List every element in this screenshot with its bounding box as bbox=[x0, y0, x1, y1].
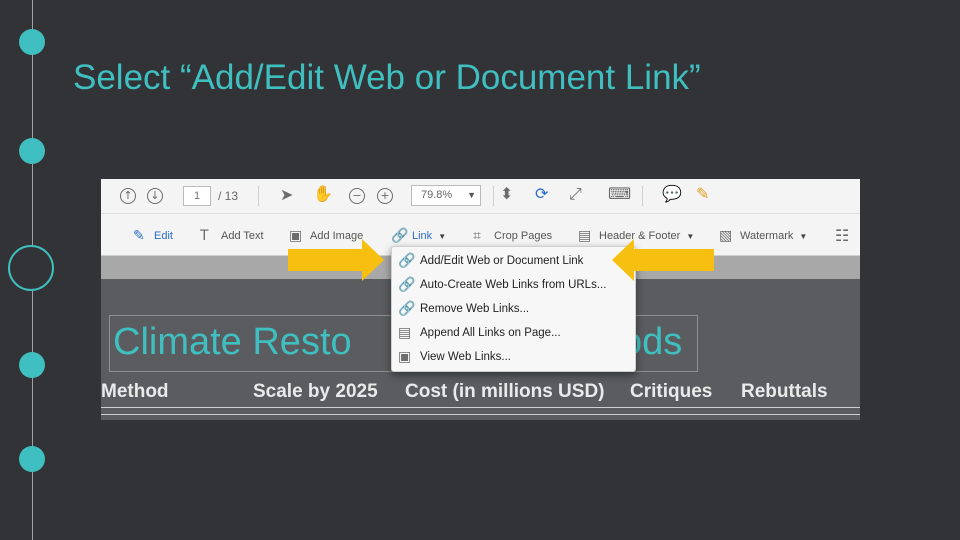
edit-tool-label: Edit bbox=[154, 230, 173, 242]
fullscreen-icon[interactable]: ⤢ bbox=[569, 186, 582, 202]
column-header: Cost (in millions USD) bbox=[405, 381, 605, 402]
column-header: Scale by 2025 bbox=[253, 381, 378, 402]
timeline-dot bbox=[19, 29, 45, 55]
edit-icon: ✎ bbox=[133, 228, 145, 244]
menu-item-label: Add/Edit Web or Document Link bbox=[420, 255, 584, 267]
toolbar-divider bbox=[493, 186, 494, 206]
menu-item-remove-links[interactable]: 🔗 Remove Web Links... bbox=[392, 298, 635, 321]
menu-item-add-edit-link[interactable]: 🔗 Add/Edit Web or Document Link bbox=[392, 250, 635, 273]
link-icon: 🔗 bbox=[391, 228, 409, 244]
image-icon: ▣ bbox=[289, 228, 303, 244]
pointer-icon[interactable]: ➤ bbox=[280, 187, 293, 203]
link-edit-icon: 🔗 bbox=[398, 253, 416, 269]
header-footer-button[interactable]: ▤ Header & Footer ▼ bbox=[578, 228, 694, 244]
more-tools-icon[interactable]: ☷ bbox=[835, 228, 849, 244]
column-header: Method bbox=[101, 381, 169, 402]
menu-item-auto-create-links[interactable]: 🔗 Auto-Create Web Links from URLs... bbox=[392, 274, 635, 297]
arrow-down-circle-icon[interactable]: ↓ bbox=[147, 188, 163, 204]
timeline-dot bbox=[19, 446, 45, 472]
column-header: Critiques bbox=[630, 381, 713, 402]
add-text-button[interactable]: T Add Text bbox=[200, 228, 264, 244]
page-total: / 13 bbox=[218, 189, 239, 203]
text-icon: T bbox=[200, 228, 209, 244]
menu-item-label: Append All Links on Page... bbox=[420, 327, 561, 339]
add-image-label: Add Image bbox=[310, 230, 364, 242]
callout-arrow-right bbox=[288, 239, 384, 281]
link-append-icon: ▤ bbox=[398, 325, 412, 341]
menu-item-view-links[interactable]: ▣ View Web Links... bbox=[392, 346, 635, 369]
watermark-button[interactable]: ▧ Watermark ▼ bbox=[719, 228, 807, 244]
zoom-level-value: 79.8% bbox=[421, 189, 453, 201]
link-dropdown-menu: 🔗 Add/Edit Web or Document Link 🔗 Auto-C… bbox=[391, 246, 636, 372]
link-auto-icon: 🔗 bbox=[398, 277, 416, 293]
timeline-dot bbox=[19, 138, 45, 164]
zoom-level-select[interactable]: 79.8% ▼ bbox=[411, 185, 481, 206]
arrow-up-circle-icon[interactable]: ↑ bbox=[120, 188, 136, 204]
link-tool-button[interactable]: 🔗 Link ▼ bbox=[391, 228, 446, 244]
chevron-down-icon: ▼ bbox=[686, 231, 695, 241]
fit-page-icon[interactable]: ⬍ bbox=[500, 186, 513, 202]
top-toolbar: ↑ ↓ 1 / 13 ➤ ✋ − + 79.8% ▼ ⬍ ⟳ ⤢ ⌨ 💬 ✎ bbox=[101, 179, 860, 214]
callout-arrow-left bbox=[612, 239, 714, 281]
link-remove-icon: 🔗 bbox=[398, 301, 416, 317]
link-view-icon: ▣ bbox=[398, 349, 412, 365]
column-header: Rebuttals bbox=[741, 381, 828, 402]
chevron-down-icon: ▼ bbox=[799, 231, 808, 241]
document-title: Climate Resto bbox=[113, 321, 352, 363]
watermark-icon: ▧ bbox=[719, 228, 733, 244]
zoom-out-icon[interactable]: − bbox=[349, 188, 365, 204]
link-tool-label: Link bbox=[412, 230, 433, 242]
table-rule bbox=[101, 414, 860, 415]
table-rule bbox=[101, 407, 860, 408]
menu-item-append-links[interactable]: ▤ Append All Links on Page... bbox=[392, 322, 635, 345]
zoom-in-icon[interactable]: + bbox=[377, 188, 393, 204]
menu-item-label: View Web Links... bbox=[420, 351, 511, 363]
document-icon: ▤ bbox=[578, 228, 592, 244]
acrobat-screenshot: ↑ ↓ 1 / 13 ➤ ✋ − + 79.8% ▼ ⬍ ⟳ ⤢ ⌨ 💬 ✎ ✎… bbox=[101, 179, 860, 420]
timeline-dot bbox=[19, 352, 45, 378]
hand-icon[interactable]: ✋ bbox=[313, 186, 333, 202]
watermark-label: Watermark bbox=[740, 230, 794, 242]
keyboard-icon[interactable]: ⌨ bbox=[608, 186, 631, 202]
timeline-ring bbox=[8, 245, 54, 291]
slide-title: Select “Add/Edit Web or Document Link” bbox=[73, 58, 701, 97]
toolbar-divider bbox=[642, 186, 643, 206]
add-text-label: Add Text bbox=[221, 230, 264, 242]
chevron-down-icon: ▼ bbox=[438, 231, 447, 241]
menu-item-label: Remove Web Links... bbox=[420, 303, 530, 315]
crop-icon: ⌗ bbox=[473, 228, 481, 244]
edit-tool-button[interactable]: ✎ Edit bbox=[133, 228, 173, 244]
add-image-button[interactable]: ▣ Add Image bbox=[289, 228, 363, 244]
rotate-icon[interactable]: ⟳ bbox=[535, 186, 548, 202]
crop-pages-label: Crop Pages bbox=[494, 230, 553, 242]
page-number-input[interactable]: 1 bbox=[183, 186, 211, 206]
crop-pages-button[interactable]: ⌗ Crop Pages bbox=[473, 228, 552, 244]
toolbar-divider bbox=[258, 186, 259, 206]
highlight-pen-icon[interactable]: ✎ bbox=[696, 186, 709, 202]
chevron-down-icon: ▼ bbox=[467, 190, 476, 200]
comment-icon[interactable]: 💬 bbox=[662, 186, 682, 202]
menu-item-label: Auto-Create Web Links from URLs... bbox=[420, 279, 607, 291]
